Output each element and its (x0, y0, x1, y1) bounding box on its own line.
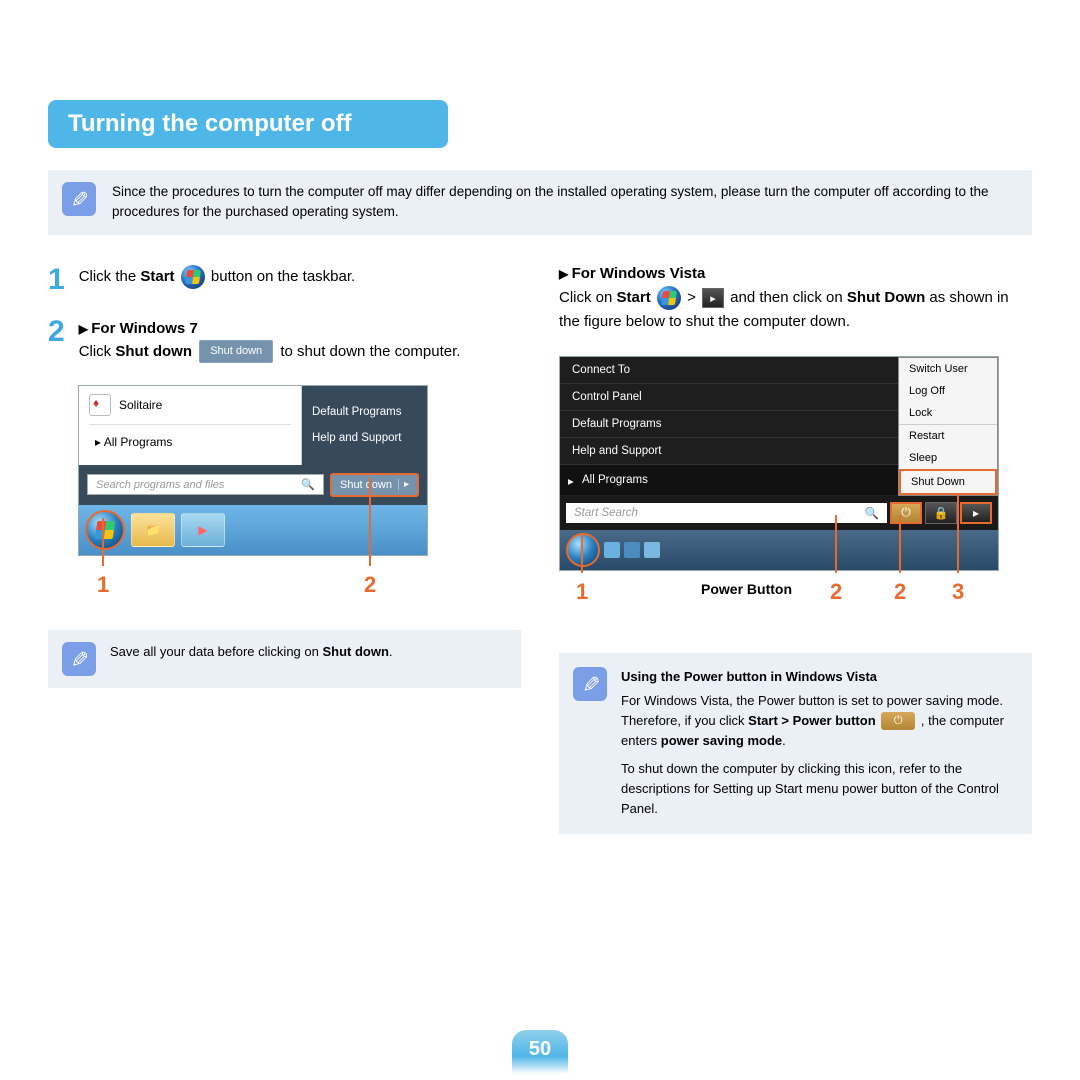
vista-post1: and then click on (730, 289, 847, 306)
page-number: 50 (512, 1030, 568, 1074)
right-column: For Windows Vista Click on Start > ▸ and… (559, 265, 1032, 834)
step-number-2: 2 (48, 317, 65, 364)
lock-icon: 🔒 (925, 502, 957, 524)
pencil-icon (573, 667, 607, 701)
media-player-icon: ▶ (181, 513, 225, 547)
default-programs: Default Programs (312, 400, 417, 425)
chevron-right-icon: ▸ (398, 479, 409, 490)
vn-p1b: Start > Power button (748, 713, 875, 728)
search-box: Search programs and files 🔍 (87, 474, 324, 495)
start-orb-vista-icon (566, 533, 600, 567)
page-title: Turning the computer off (48, 100, 448, 148)
all-programs: All Programs (89, 425, 291, 457)
callout-v3: 3 (952, 579, 964, 605)
win7-screenshot: Solitaire All Programs Default Programs … (78, 385, 428, 556)
shut-down-menu: Shut Down (899, 469, 997, 495)
step1-text-post: button on the taskbar. (211, 268, 355, 285)
callout-v2: 2 (830, 579, 842, 605)
shutdown-button-inline: Shut down (199, 340, 273, 363)
win7-heading: For Windows 7 (79, 317, 461, 340)
power-button-inline-icon (881, 712, 915, 730)
shutdown-button: Shut down ▸ (330, 473, 419, 497)
vn-p2: To shut down the computer by clicking th… (621, 759, 1018, 819)
pencil-icon (62, 642, 96, 676)
intro-note-text: Since the procedures to turn the compute… (112, 182, 1014, 223)
restart: Restart (899, 424, 997, 447)
windows-logo-icon (181, 265, 205, 289)
note-left-post: . (389, 644, 393, 659)
search-icon: 🔍 (865, 506, 879, 520)
default-programs-v: Default Programs (560, 411, 898, 438)
vista-search-placeholder: Start Search (574, 507, 638, 519)
vista-screenshot: Connect To Control Panel Default Program… (559, 356, 999, 571)
start-orb-icon (85, 510, 125, 550)
search-icon: 🔍 (301, 478, 315, 491)
power-button-label: Power Button (701, 581, 792, 597)
windows-logo-icon (657, 286, 681, 310)
help-support: Help and Support (312, 426, 417, 451)
callout-1: 1 (97, 572, 109, 598)
vista-bold-start: Start (617, 289, 651, 306)
lock: Lock (899, 402, 997, 424)
sleep: Sleep (899, 447, 997, 469)
log-off: Log Off (899, 380, 997, 402)
control-panel: Control Panel (560, 384, 898, 411)
step2-pre: Click (79, 343, 116, 360)
callout-v1: 1 (576, 579, 588, 605)
shutdown-label: Shut down (340, 479, 392, 491)
note-left-pre: Save all your data before clicking on (110, 644, 322, 659)
step-number-1: 1 (48, 265, 65, 295)
save-data-note: Save all your data before clicking on Sh… (48, 630, 521, 688)
vn-p1d: power saving mode (661, 733, 782, 748)
power-submenu: Switch User Log Off Lock Restart Sleep S… (898, 357, 998, 496)
explorer-icon: 📁 (131, 513, 175, 547)
taskbar-icon (644, 542, 660, 558)
callout-v2-dup: 2 (894, 579, 906, 605)
step-1: 1 Click the Start button on the taskbar. (48, 265, 521, 295)
connect-to: Connect To (560, 357, 898, 384)
note-left-bold: Shut down (322, 644, 388, 659)
arrow-button-icon: ▸ (702, 288, 724, 308)
switch-user: Switch User (899, 358, 997, 380)
vista-pre: Click on (559, 289, 617, 306)
step2-bold: Shut down (115, 343, 192, 360)
power-button-icon: ⏻ (890, 502, 922, 524)
vn-p1e: . (782, 733, 786, 748)
help-support-v: Help and Support (560, 438, 898, 465)
pencil-icon (62, 182, 96, 216)
vista-power-note: Using the Power button in Windows Vista … (559, 653, 1032, 834)
callout-2: 2 (364, 572, 376, 598)
left-column: 1 Click the Start button on the taskbar.… (48, 265, 521, 834)
step1-text-pre: Click the (79, 268, 141, 285)
step1-bold-start: Start (140, 268, 174, 285)
search-placeholder: Search programs and files (96, 479, 224, 491)
vista-mid: > (687, 289, 700, 306)
solitaire-icon (89, 394, 111, 416)
step2-post: to shut down the computer. (280, 343, 460, 360)
step-2: 2 For Windows 7 Click Shut down Shut dow… (48, 317, 521, 364)
intro-note: Since the procedures to turn the compute… (48, 170, 1032, 235)
arrow-icon: ▸ (960, 502, 992, 524)
taskbar-icon (604, 542, 620, 558)
win7-callouts: 1 2 (78, 566, 428, 612)
vista-bold-shutdown: Shut Down (847, 289, 925, 306)
vista-note-title: Using the Power button in Windows Vista (621, 669, 877, 684)
solitaire-label: Solitaire (119, 398, 162, 412)
vista-heading: For Windows Vista (559, 265, 1032, 282)
vista-search-box: Start Search 🔍 (566, 503, 887, 523)
vista-callouts: 1 2 2 3 Power Button (559, 573, 999, 629)
taskbar-icon (624, 542, 640, 558)
all-programs-v: All Programs (560, 465, 898, 495)
